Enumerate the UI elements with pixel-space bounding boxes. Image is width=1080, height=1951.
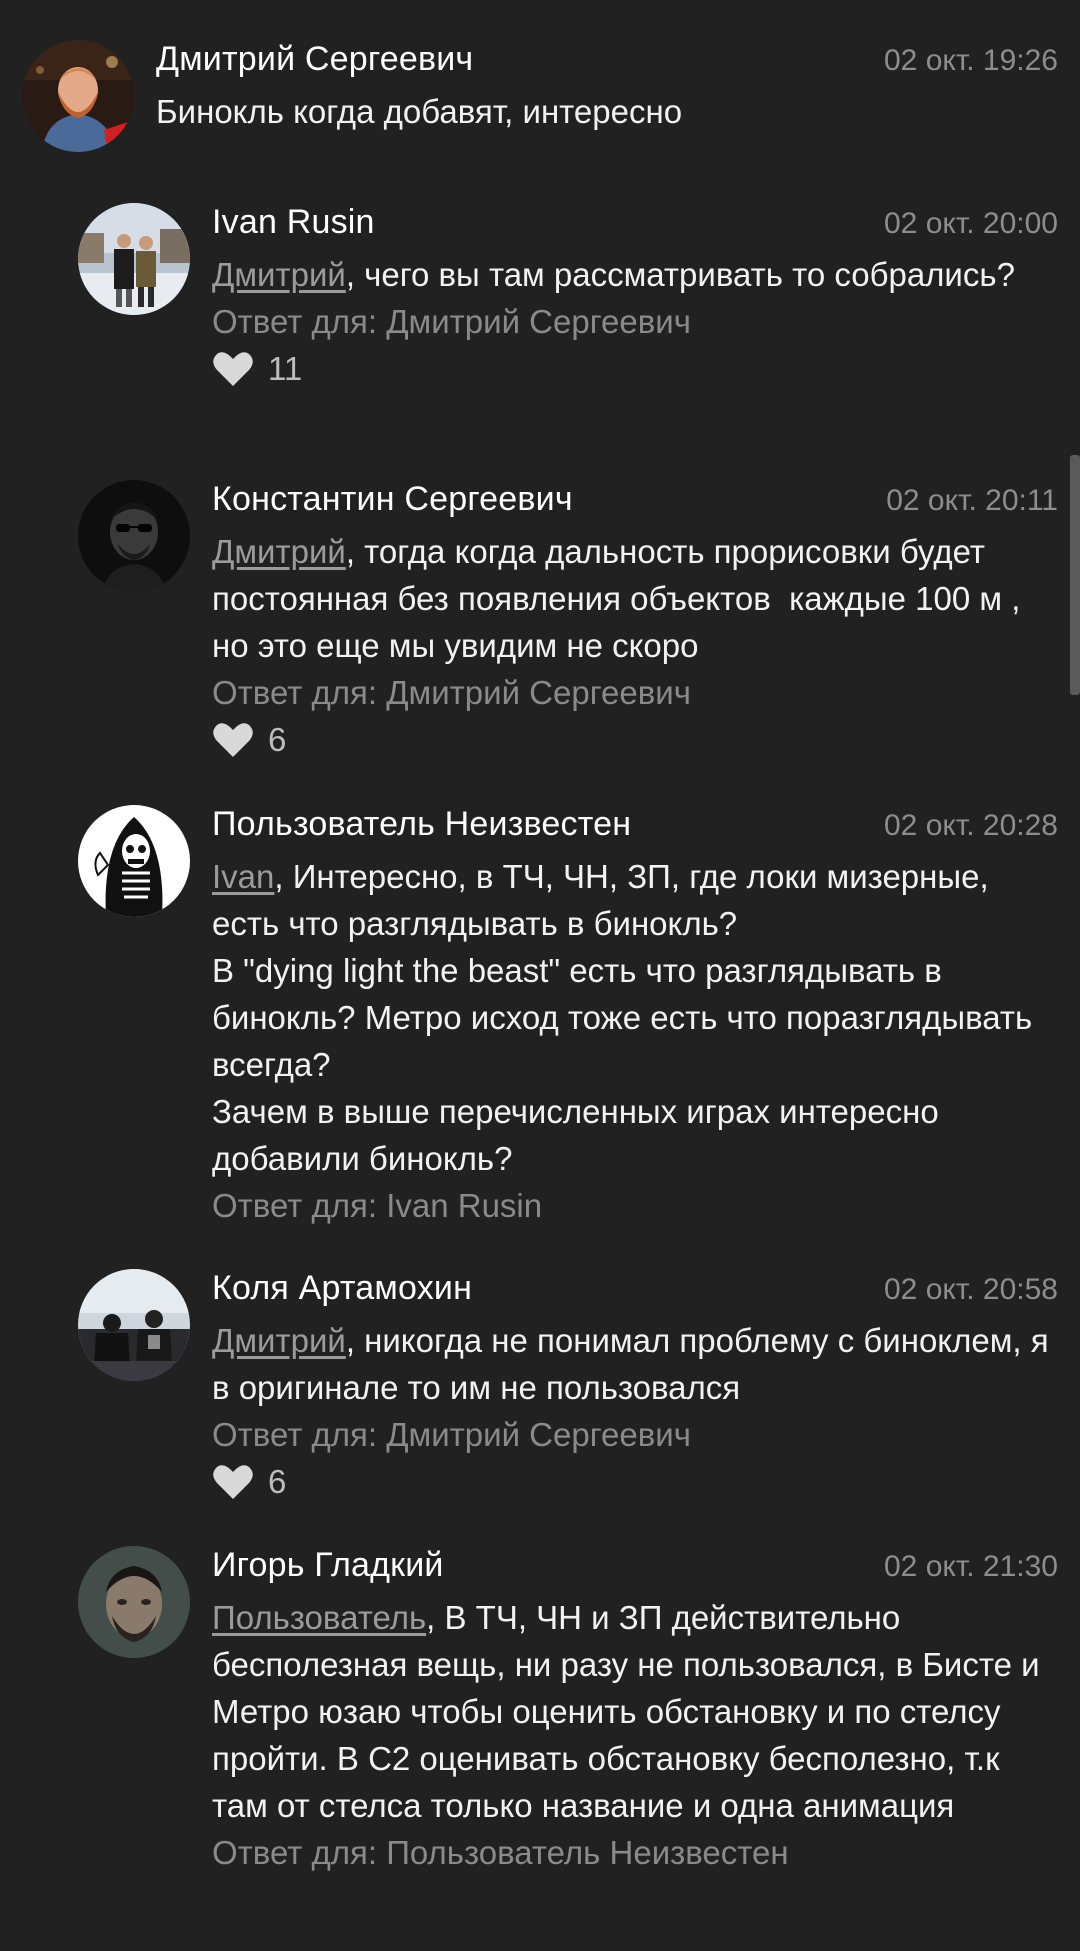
mention-link[interactable]: Ivan <box>212 858 274 895</box>
like-count: 6 <box>268 720 287 758</box>
like-row[interactable]: 11 <box>212 345 1058 392</box>
avatar[interactable] <box>22 40 134 152</box>
mention-link[interactable]: Дмитрий <box>212 256 346 293</box>
comment-item: Константин Сергеевич 02 окт. 20:11 Дмитр… <box>78 480 1058 763</box>
scrollbar-thumb[interactable] <box>1070 455 1080 695</box>
comment-item: Пользователь Неизвестен 02 окт. 20:28 Iv… <box>78 805 1058 1229</box>
avatar[interactable] <box>78 203 190 315</box>
reply-to-label[interactable]: Ответ для: Ivan Rusin <box>212 1182 1058 1229</box>
comment-text: Пользователь, В ТЧ, ЧН и ЗП действительн… <box>212 1594 1058 1829</box>
reply-to-label[interactable]: Ответ для: Дмитрий Сергеевич <box>212 669 1058 716</box>
comment-timestamp: 02 окт. 20:28 <box>883 809 1058 842</box>
avatar[interactable] <box>78 480 190 592</box>
comment-text: Дмитрий, никогда не понимал проблему с б… <box>212 1317 1058 1411</box>
comment-item: Дмитрий Сергеевич 02 окт. 19:26 Бинокль … <box>22 40 1058 152</box>
reply-to-label[interactable]: Ответ для: Дмитрий Сергеевич <box>212 1411 1058 1458</box>
comment-item: Ivan Rusin 02 окт. 20:00 Дмитрий, чего в… <box>78 203 1058 392</box>
comment-item: Коля Артамохин 02 окт. 20:58 Дмитрий, ни… <box>78 1269 1058 1505</box>
like-row[interactable]: 6 <box>212 1458 1058 1505</box>
comment-author[interactable]: Игорь Гладкий <box>212 1546 444 1585</box>
mention-link[interactable]: Дмитрий <box>212 1322 346 1359</box>
avatar-image <box>78 480 190 592</box>
comment-author[interactable]: Ivan Rusin <box>212 203 375 242</box>
like-count: 11 <box>268 349 303 387</box>
comment-text: Ivan, Интересно, в ТЧ, ЧН, ЗП, где локи … <box>212 853 1058 1182</box>
mention-link[interactable]: Пользователь <box>212 1599 426 1636</box>
mention-link[interactable]: Дмитрий <box>212 533 346 570</box>
heart-icon[interactable] <box>212 350 254 388</box>
comment-author[interactable]: Константин Сергеевич <box>212 480 573 519</box>
comment-timestamp: 02 окт. 20:58 <box>883 1273 1058 1306</box>
comment-text: Бинокль когда добавят, интересно <box>156 93 683 130</box>
avatar-image <box>22 40 134 152</box>
reply-to-label[interactable]: Ответ для: Пользователь Неизвестен <box>212 1829 1058 1876</box>
comment-text: Дмитрий, тогда когда дальность прорисовк… <box>212 528 1058 669</box>
comment-timestamp: 02 окт. 20:11 <box>886 484 1058 517</box>
comment-text-body: , чего вы там рассматривать то собрались… <box>345 256 1015 293</box>
avatar[interactable] <box>78 805 190 917</box>
like-row[interactable]: 6 <box>212 716 1058 763</box>
like-count: 6 <box>268 1462 287 1500</box>
avatar-image <box>78 805 190 917</box>
comment-timestamp: 02 окт. 21:30 <box>883 1550 1058 1583</box>
reply-to-label[interactable]: Ответ для: Дмитрий Сергеевич <box>212 298 1058 345</box>
comment-text-body: , Интересно, в ТЧ, ЧН, ЗП, где локи мизе… <box>212 858 1033 1177</box>
comment-timestamp: 02 окт. 19:26 <box>883 44 1058 77</box>
heart-icon[interactable] <box>212 1463 254 1501</box>
comment-author[interactable]: Коля Артамохин <box>212 1269 472 1308</box>
avatar-image <box>78 203 190 315</box>
comment-author[interactable]: Дмитрий Сергеевич <box>156 40 473 79</box>
comment-timestamp: 02 окт. 20:00 <box>883 207 1058 240</box>
avatar-image <box>78 1546 190 1658</box>
comment-item: Игорь Гладкий 02 окт. 21:30 Пользователь… <box>78 1546 1058 1876</box>
comment-text: Дмитрий, чего вы там рассматривать то со… <box>212 251 1058 298</box>
heart-icon[interactable] <box>212 721 254 759</box>
avatar[interactable] <box>78 1269 190 1381</box>
avatar[interactable] <box>78 1546 190 1658</box>
avatar-image <box>78 1269 190 1381</box>
comment-author[interactable]: Пользователь Неизвестен <box>212 805 631 844</box>
